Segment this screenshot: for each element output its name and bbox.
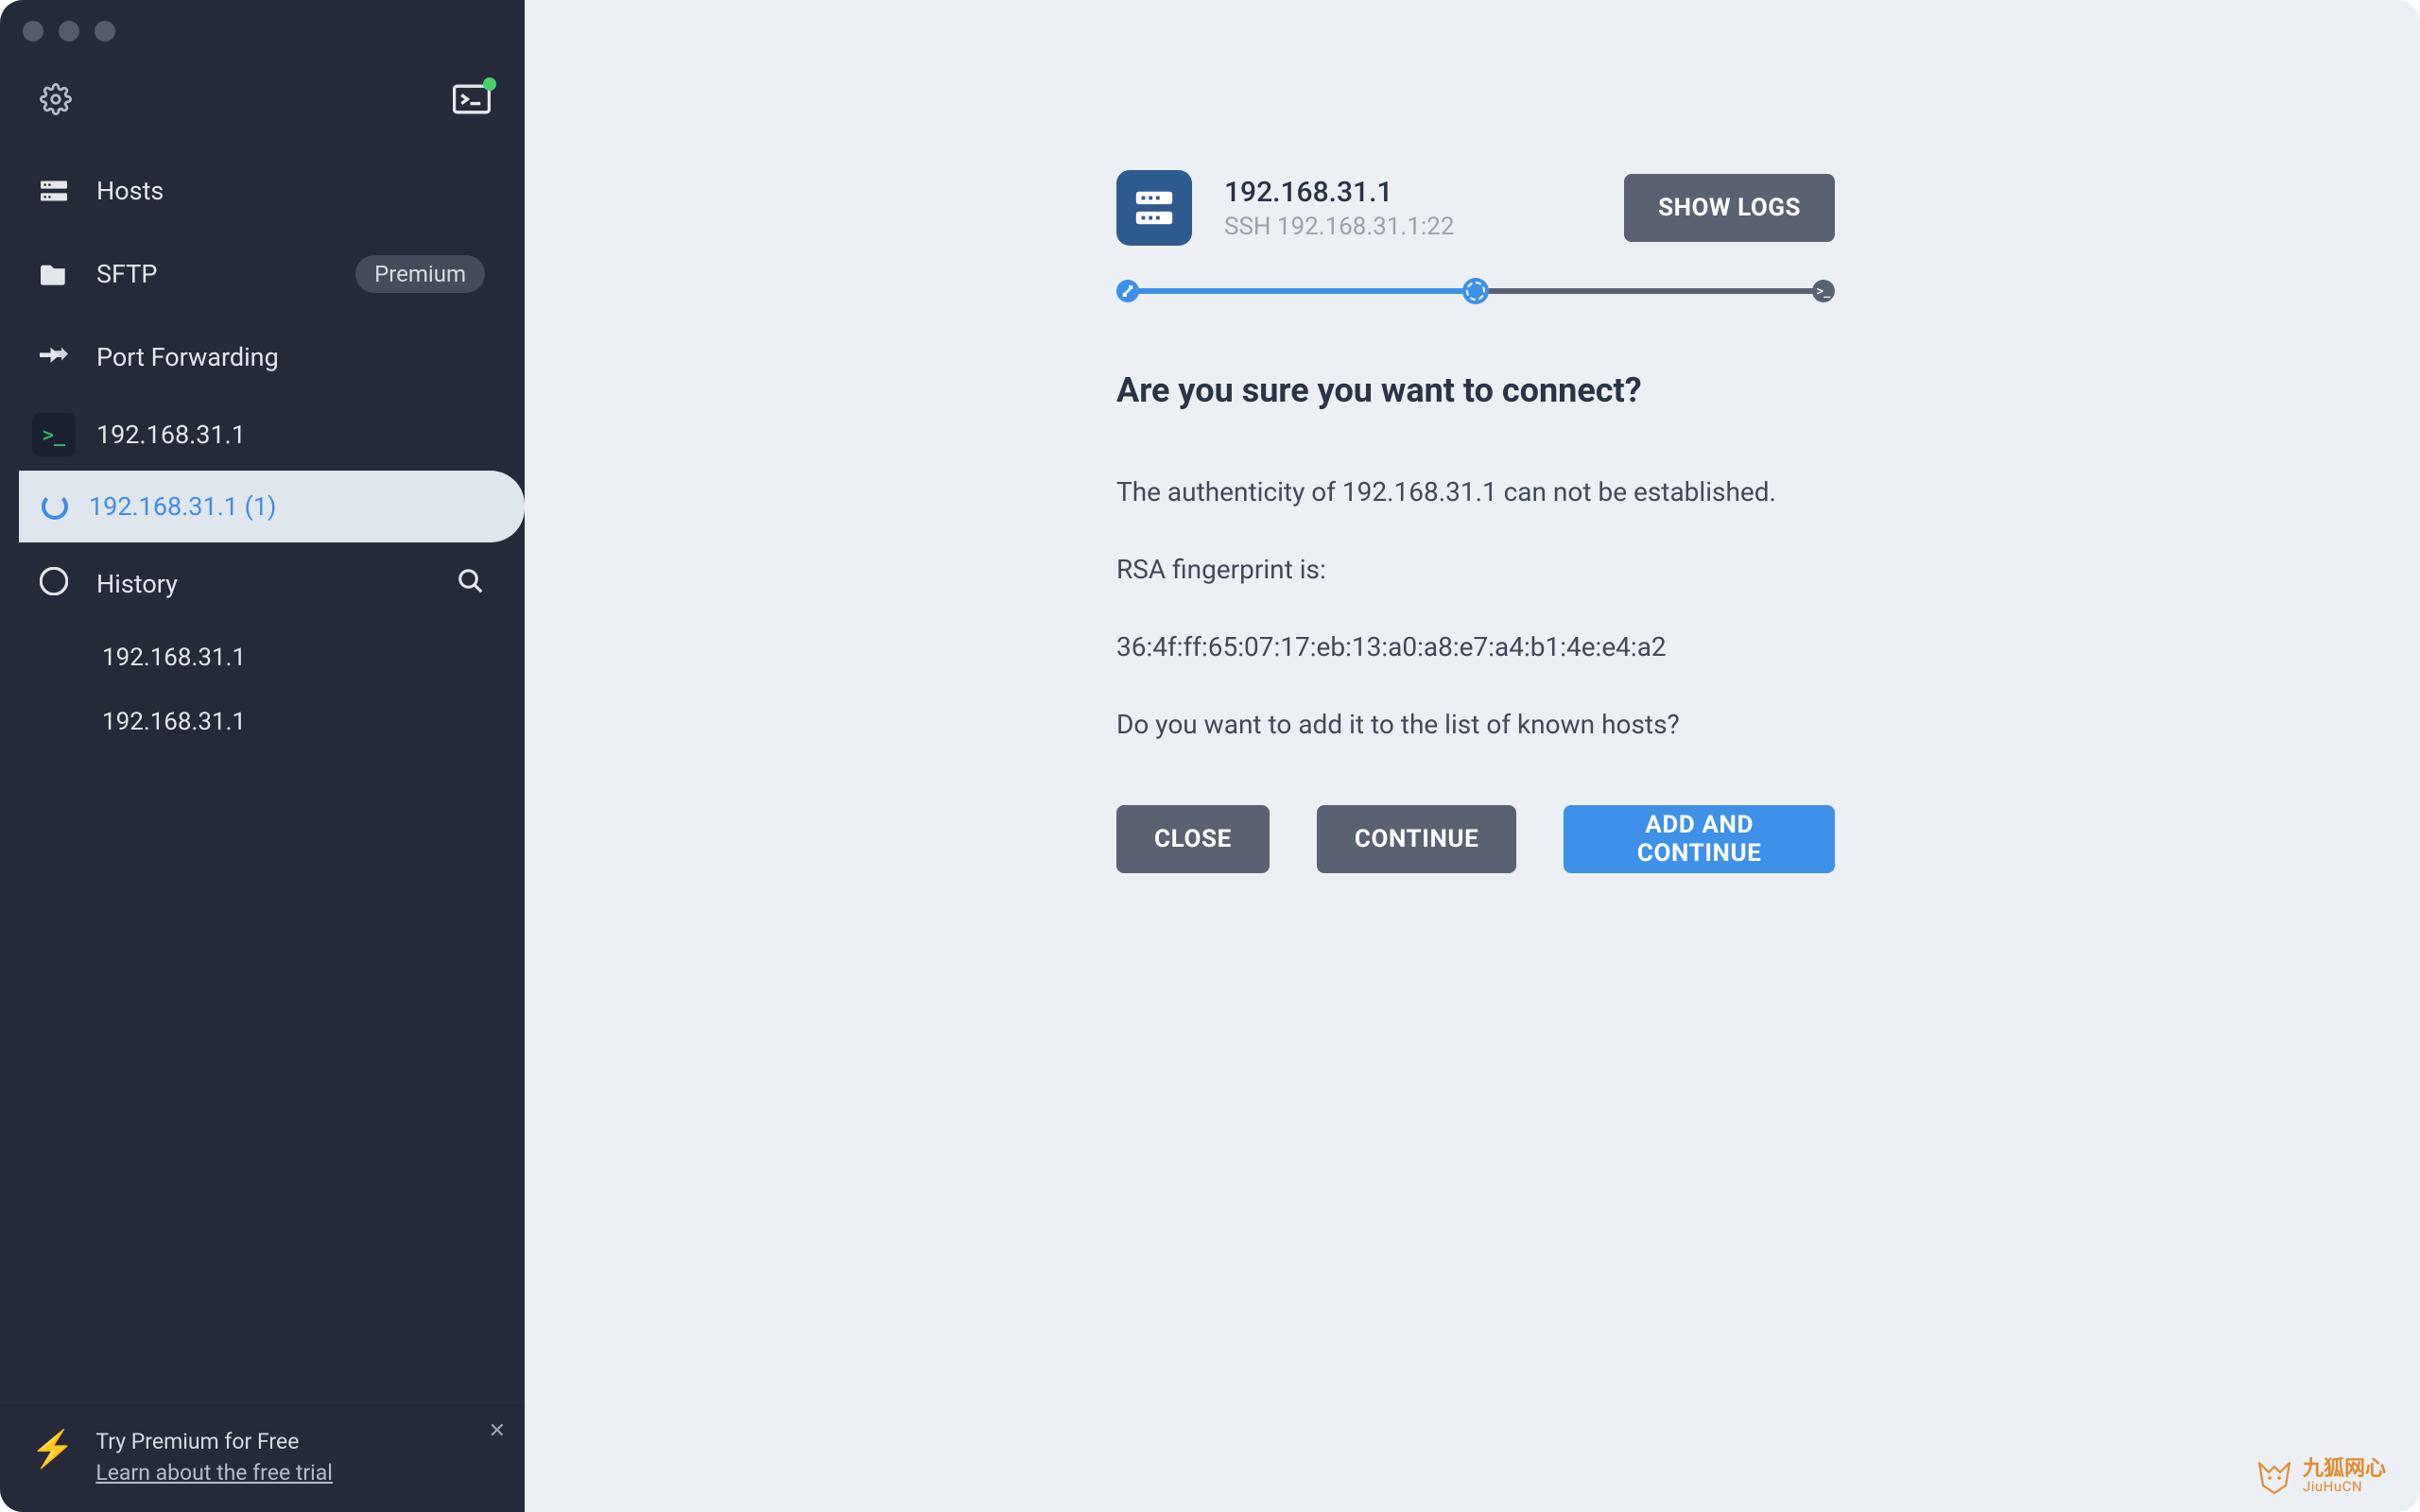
sidebar-item-sftp[interactable]: SFTP Premium (0, 232, 525, 316)
close-icon: ✕ (489, 1419, 506, 1443)
gear-icon (40, 83, 72, 115)
terminal-session-icon: >_ (32, 413, 76, 456)
connection-header: 192.168.31.1 SSH 192.168.31.1:22 SHOW LO… (1116, 170, 1835, 246)
prompt-title: Are you sure you want to connect? (1116, 370, 1835, 410)
hosts-icon (40, 177, 68, 205)
port-forward-icon (40, 343, 68, 371)
window-controls (23, 21, 115, 42)
progress-node-terminal-icon: >_ (1812, 280, 1835, 302)
history-item-0[interactable]: 192.168.31.1 (0, 626, 525, 690)
history-item-label: 192.168.31.1 (102, 644, 246, 672)
fingerprint-value: 36:4f:ff:65:07:17:eb:13:a0:a8:e7:a4:b1:4… (1116, 627, 1835, 667)
search-button[interactable] (457, 567, 485, 602)
host-badge-icon (1116, 170, 1192, 246)
promo-close-button[interactable]: ✕ (489, 1419, 506, 1443)
show-logs-button[interactable]: SHOW LOGS (1624, 174, 1835, 242)
promo-link[interactable]: Learn about the free trial (95, 1460, 333, 1486)
main-panel: 192.168.31.1 SSH 192.168.31.1:22 SHOW LO… (525, 0, 2420, 1512)
premium-badge: Premium (355, 255, 485, 293)
app-window: Hosts SFTP Premium Port Forwarding >_ 19… (0, 0, 2420, 1512)
sidebar-item-label: SFTP (96, 259, 157, 289)
host-info: 192.168.31.1 SSH 192.168.31.1:22 (1224, 176, 1592, 241)
sidebar-session-0[interactable]: >_ 192.168.31.1 (0, 399, 525, 471)
window-zoom-dot[interactable] (95, 21, 115, 42)
premium-promo: ⚡ Try Premium for Free Learn about the f… (0, 1401, 525, 1512)
host-ip: 192.168.31.1 (1224, 176, 1592, 209)
history-title: History (96, 569, 178, 599)
continue-button[interactable]: CONTINUE (1317, 805, 1517, 873)
progress-node-fingerprint-icon (1462, 278, 1489, 304)
action-buttons: CLOSE CONTINUE ADD AND CONTINUE (1116, 805, 1835, 873)
folder-icon (40, 260, 68, 288)
sidebar: Hosts SFTP Premium Port Forwarding >_ 19… (0, 0, 525, 1512)
bolt-icon: ⚡ (30, 1429, 75, 1470)
sidebar-session-1-active[interactable]: 192.168.31.1 (1) (19, 471, 525, 542)
window-close-dot[interactable] (23, 21, 43, 42)
sidebar-item-label: Port Forwarding (96, 342, 279, 372)
sidebar-item-label: Hosts (96, 176, 164, 206)
session-label: 192.168.31.1 (96, 420, 246, 450)
loading-spinner-icon (42, 493, 68, 520)
close-button[interactable]: CLOSE (1116, 805, 1270, 873)
add-and-continue-button[interactable]: ADD AND CONTINUE (1564, 805, 1835, 873)
host-subtitle: SSH 192.168.31.1:22 (1224, 213, 1592, 241)
status-dot-icon (483, 77, 496, 91)
sidebar-item-port-forwarding[interactable]: Port Forwarding (0, 316, 525, 399)
known-hosts-question: Do you want to add it to the list of kno… (1116, 705, 1835, 745)
clock-icon (40, 567, 68, 602)
watermark-fox-icon (2256, 1457, 2293, 1495)
search-icon (457, 567, 485, 595)
watermark-en: JiuHuCN (2303, 1480, 2386, 1494)
sidebar-top-row (0, 66, 525, 149)
promo-title: Try Premium for Free (95, 1429, 333, 1454)
watermark-cn: 九狐网心 (2303, 1459, 2386, 1480)
new-terminal-button[interactable] (453, 83, 491, 119)
history-item-1[interactable]: 192.168.31.1 (0, 690, 525, 754)
watermark: 九狐网心 JiuHuCN (2256, 1457, 2386, 1495)
window-minimize-dot[interactable] (59, 21, 79, 42)
progress-node-connect-icon (1116, 280, 1139, 302)
settings-button[interactable] (40, 83, 72, 119)
connection-prompt: 192.168.31.1 SSH 192.168.31.1:22 SHOW LO… (1116, 170, 1835, 873)
fingerprint-label: RSA fingerprint is: (1116, 550, 1835, 590)
progress-fill (1126, 288, 1485, 294)
session-label: 192.168.31.1 (1) (89, 491, 276, 522)
history-item-label: 192.168.31.1 (102, 708, 246, 736)
sidebar-item-hosts[interactable]: Hosts (0, 149, 525, 232)
sidebar-history-header: History (0, 542, 525, 626)
authenticity-text: The authenticity of 192.168.31.1 can not… (1116, 472, 1835, 512)
connection-progress: >_ (1116, 280, 1835, 299)
